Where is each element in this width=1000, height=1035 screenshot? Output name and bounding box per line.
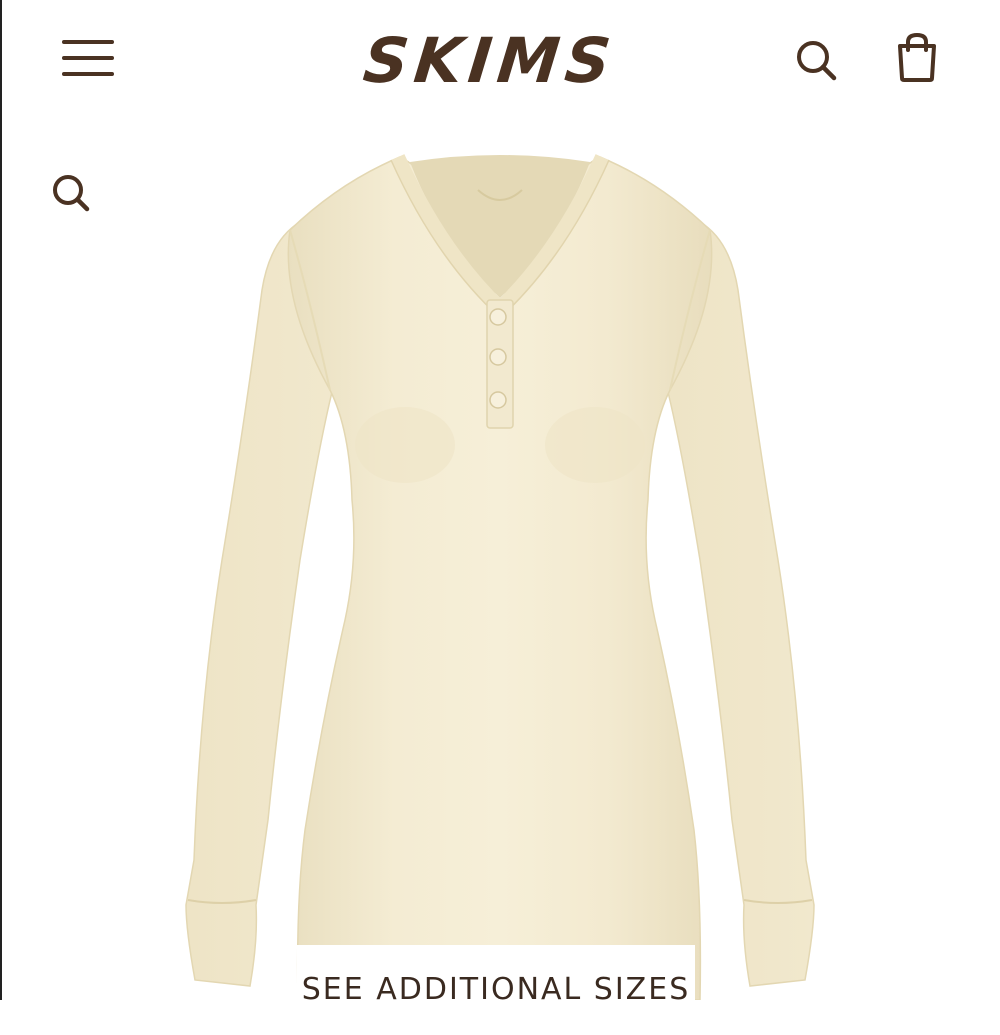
- brand-logo[interactable]: SKIMS: [356, 22, 624, 98]
- search-icon[interactable]: [792, 36, 840, 84]
- hamburger-menu-icon-bar: [62, 72, 114, 76]
- hamburger-menu-icon-bar: [62, 56, 114, 60]
- product-gallery[interactable]: [0, 120, 1000, 1000]
- product-henley-shirt-image: [185, 154, 815, 1000]
- search-icon[interactable]: [46, 168, 96, 218]
- menu-button[interactable]: [56, 32, 120, 84]
- site-header: SKIMS: [0, 0, 1000, 120]
- shopping-bag-icon[interactable]: [894, 32, 940, 84]
- see-additional-sizes-button[interactable]: SEE ADDITIONAL SIZES: [297, 945, 695, 1015]
- hamburger-menu-icon: [62, 40, 114, 44]
